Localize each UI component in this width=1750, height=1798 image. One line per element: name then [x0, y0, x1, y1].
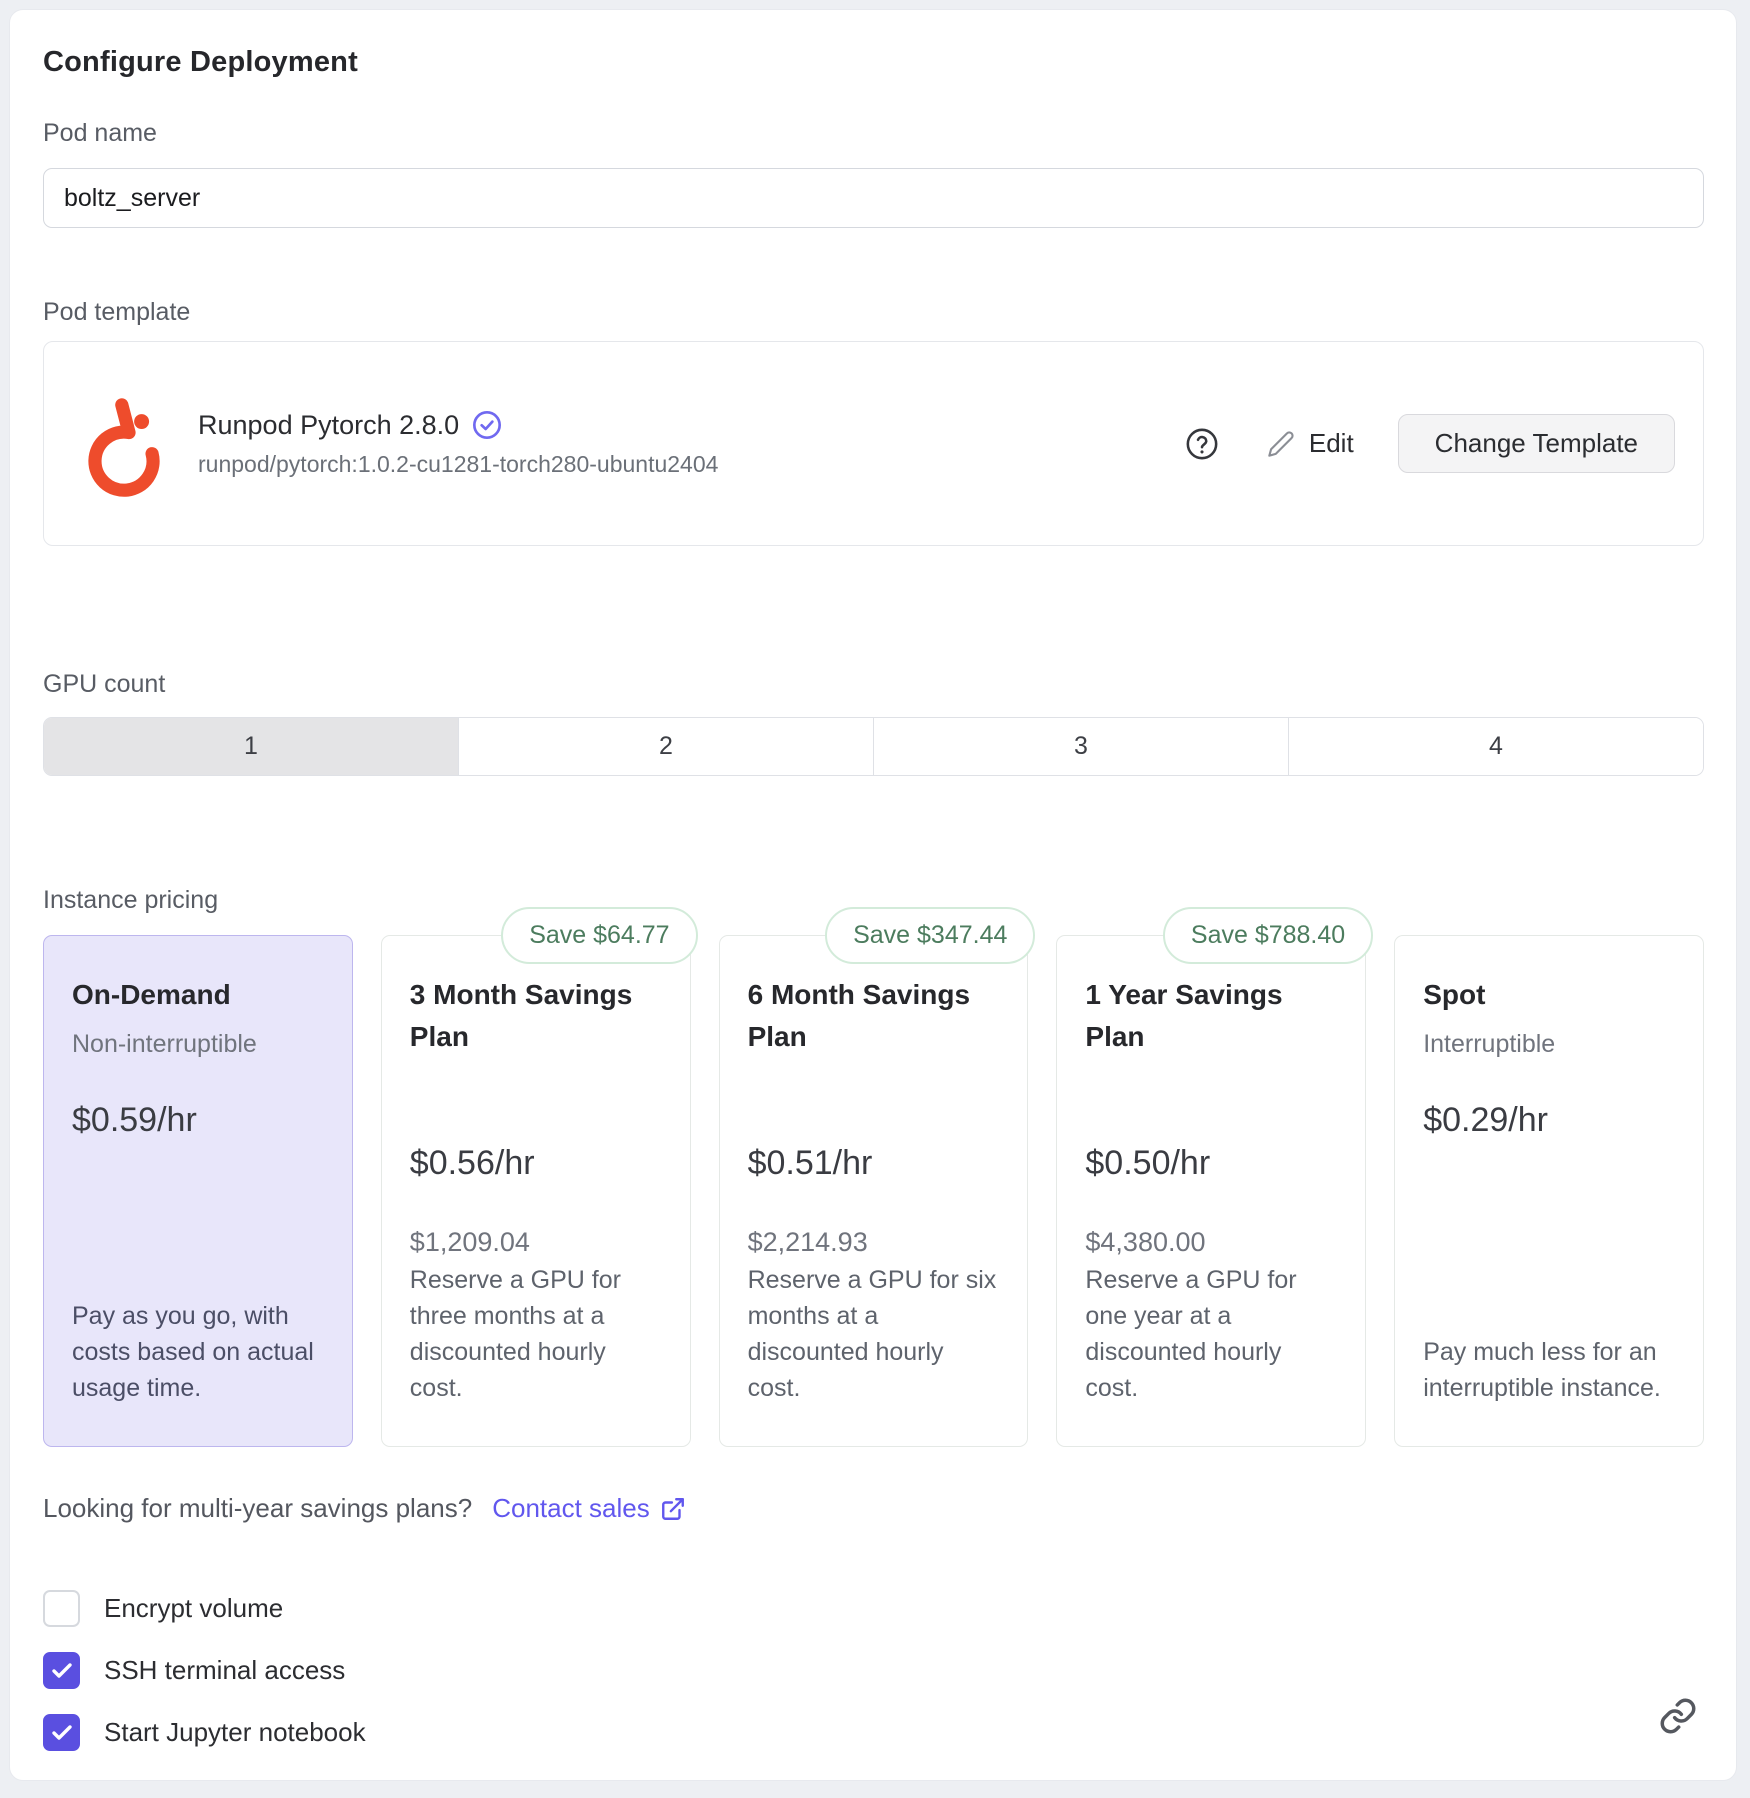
plan-hourly-price: $0.51/hr — [748, 1144, 1002, 1183]
gpu-count-option-1[interactable]: 1 — [44, 718, 459, 775]
template-info: Runpod Pytorch 2.8.0 runpod/pytorch:1.0.… — [198, 409, 718, 478]
savings-badge: Save $788.40 — [1163, 907, 1373, 964]
gpu-count-option-2[interactable]: 2 — [459, 718, 874, 775]
plan-hourly-price: $0.50/hr — [1085, 1144, 1339, 1183]
gpu-count-selector: 1234 — [43, 717, 1704, 776]
edit-label: Edit — [1309, 428, 1354, 459]
verified-badge-icon — [471, 409, 503, 441]
change-template-button[interactable]: Change Template — [1398, 414, 1675, 473]
option-label: Encrypt volume — [104, 1593, 283, 1624]
plan-description: Reserve a GPU for six months at a discou… — [748, 1262, 1002, 1406]
plan-subtitle: Interruptible — [1423, 1030, 1677, 1059]
gpu-count-option-3[interactable]: 3 — [874, 718, 1289, 775]
pod-template-label: Pod template — [43, 298, 1704, 327]
pod-name-label: Pod name — [43, 119, 1704, 148]
page-title: Configure Deployment — [43, 46, 1704, 79]
plan-card-spot[interactable]: Spot Interruptible $0.29/hr Pay much less f… — [1394, 935, 1704, 1447]
plan-card-on-demand[interactable]: On-Demand Non-interruptible $0.59/hr Pay as… — [43, 935, 353, 1447]
savings-badge: Save $347.44 — [825, 907, 1035, 964]
plan-card-1-year-savings-plan[interactable]: Save $788.401 Year Savings Plan$0.50/hr$… — [1056, 935, 1366, 1447]
plan-hourly-price: $0.56/hr — [410, 1144, 664, 1183]
plan-hourly-price: $0.59/hr — [72, 1101, 326, 1140]
plan-total-price: $2,214.93 — [748, 1227, 1002, 1258]
plan-subtitle: Non-interruptible — [72, 1030, 326, 1059]
contact-sales-link[interactable]: Contact sales — [492, 1493, 686, 1524]
plan-card-6-month-savings-plan[interactable]: Save $347.446 Month Savings Plan$0.51/hr… — [719, 935, 1029, 1447]
edit-template-button[interactable]: Edit — [1267, 428, 1354, 459]
plan-total-price: $4,380.00 — [1085, 1227, 1339, 1258]
template-actions: Edit Change Template — [1185, 414, 1675, 473]
template-name: Runpod Pytorch 2.8.0 — [198, 410, 459, 441]
plan-total-price: $1,209.04 — [410, 1227, 664, 1258]
pod-name-input[interactable] — [43, 168, 1704, 228]
gpu-count-label: GPU count — [43, 670, 1704, 699]
external-link-icon — [660, 1496, 686, 1522]
configure-deployment-panel: Configure Deployment Pod name Pod templa… — [9, 9, 1737, 1781]
pod-template-card: Runpod Pytorch 2.8.0 runpod/pytorch:1.0.… — [43, 341, 1704, 546]
checkbox-unchecked-icon[interactable] — [43, 1590, 80, 1627]
contact-sales-label: Contact sales — [492, 1493, 650, 1524]
plan-description: Reserve a GPU for one year at a discount… — [1085, 1262, 1339, 1406]
option-row-encrypt-volume[interactable]: Encrypt volume — [43, 1590, 1704, 1627]
plan-title: On-Demand — [72, 974, 326, 1016]
contact-row: Looking for multi-year savings plans? Co… — [43, 1493, 1704, 1524]
checkbox-checked-icon[interactable] — [43, 1652, 80, 1689]
plan-title: 3 Month Savings Plan — [410, 974, 664, 1058]
savings-badge: Save $64.77 — [501, 907, 697, 964]
contact-question: Looking for multi-year savings plans? — [43, 1493, 472, 1524]
option-label: SSH terminal access — [104, 1655, 345, 1686]
copy-link-icon[interactable] — [1658, 1696, 1698, 1736]
gpu-count-option-4[interactable]: 4 — [1289, 718, 1703, 775]
plan-description: Reserve a GPU for three months at a disc… — [410, 1262, 664, 1406]
pricing-plans: On-Demand Non-interruptible $0.59/hr Pay as… — [43, 935, 1704, 1447]
checkbox-checked-icon[interactable] — [43, 1714, 80, 1751]
option-row-ssh-terminal-access[interactable]: SSH terminal access — [43, 1652, 1704, 1689]
plan-title: Spot — [1423, 974, 1677, 1016]
deployment-options: Encrypt volume SSH terminal access Start J… — [43, 1590, 1704, 1751]
plan-card-3-month-savings-plan[interactable]: Save $64.773 Month Savings Plan$0.56/hr$… — [381, 935, 691, 1447]
option-row-start-jupyter-notebook[interactable]: Start Jupyter notebook — [43, 1714, 1704, 1751]
help-icon[interactable] — [1185, 427, 1219, 461]
plan-hourly-price: $0.29/hr — [1423, 1101, 1677, 1140]
plan-description: Pay as you go, with costs based on actua… — [72, 1298, 326, 1406]
plan-title: 1 Year Savings Plan — [1085, 974, 1339, 1058]
plan-description: Pay much less for an interruptible insta… — [1423, 1334, 1677, 1406]
option-label: Start Jupyter notebook — [104, 1717, 366, 1748]
template-image-tag: runpod/pytorch:1.0.2-cu1281-torch280-ubu… — [198, 451, 718, 478]
plan-title: 6 Month Savings Plan — [748, 974, 1002, 1058]
pencil-icon — [1267, 430, 1295, 458]
pytorch-logo-icon — [80, 389, 168, 499]
